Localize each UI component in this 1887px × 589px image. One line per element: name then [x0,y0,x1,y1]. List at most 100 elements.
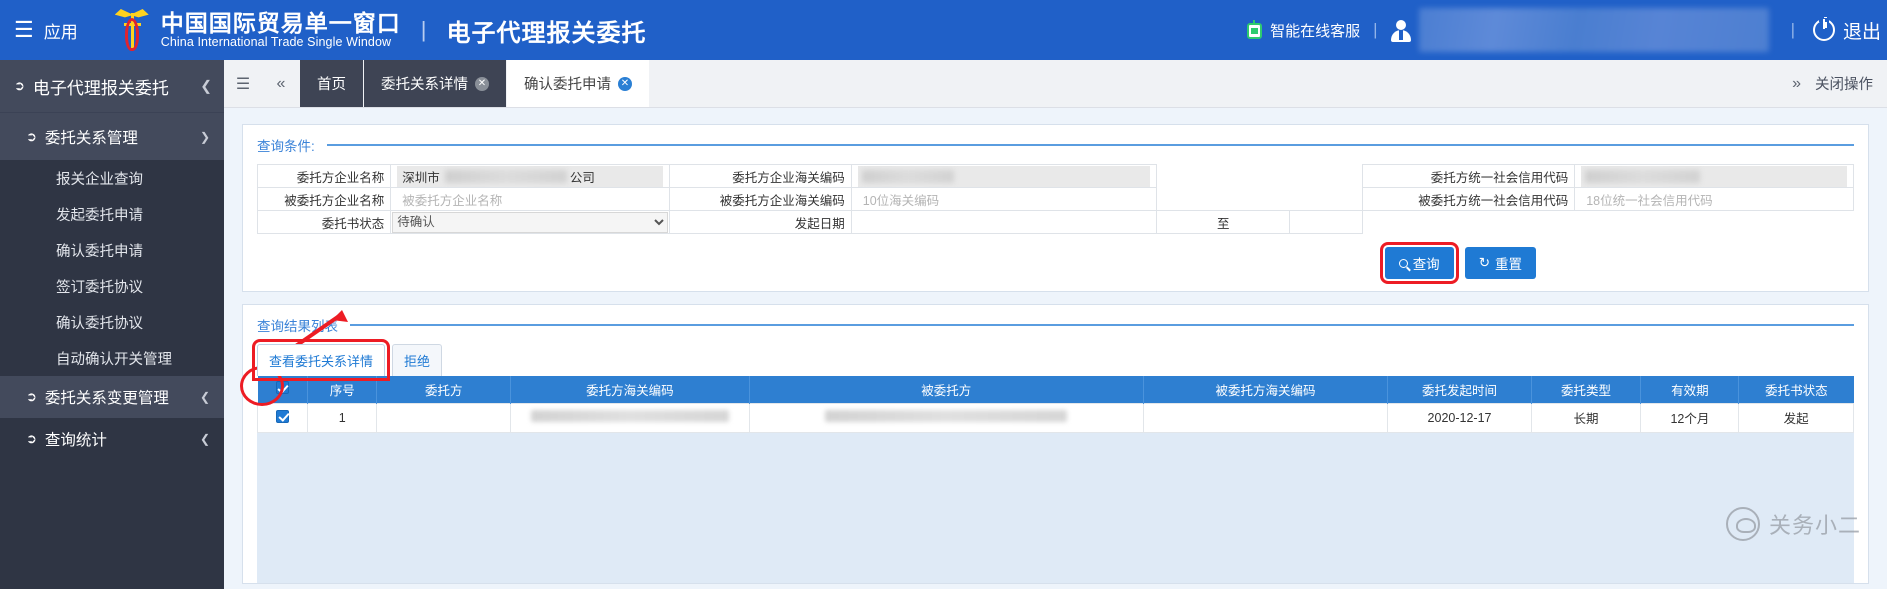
entrusted-name-field[interactable]: 被委托方企业名称 [390,187,671,211]
select-all-header[interactable] [257,376,309,403]
result-table-header-row: 序号 委托方 委托方海关编码 被委托方 被委托方海关编码 委托发起时间 委托类型… [257,376,1854,403]
entruster-credit-code-value [1581,165,1847,187]
redacted-strip [530,410,729,422]
status-select[interactable]: 待确认 [392,211,669,233]
sidebar-item-1[interactable]: 发起委托申请 [0,196,224,232]
sidebar-item-label: 确认委托申请 [56,243,143,260]
close-icon[interactable]: ✕ [475,76,489,91]
entrusted-name-placeholder: 被委托方企业名称 [402,193,503,208]
sidebar: ➲ 电子代理报关委托 ❮ ➲ 委托关系管理 ❯ 报关企业查询 发起委托申请 确认… [0,60,224,589]
watermark-text: 关务小二 [1768,513,1861,538]
sidebar-group-statistics[interactable]: ➲ 查询统计 ❮ [0,418,224,460]
row-start-time: 2020-12-17 [1387,402,1532,433]
entruster-name-value: 深圳市 公司 [397,165,664,187]
entrusted-name-label: 被委托方企业名称 [256,187,392,211]
end-date-field[interactable] [1289,210,1364,234]
online-service-link[interactable]: 智能在线客服 [1270,20,1360,41]
row-checkbox[interactable] [276,409,290,423]
tab-label: 确认委托申请 [524,77,611,93]
hamburger-icon[interactable]: ☰ [14,19,34,41]
sidebar-item-2[interactable]: 确认委托申请 [0,232,224,268]
table-row[interactable]: 1 2020-12-17 长期 12个月 发起 [256,402,1854,433]
entrusted-customs-code-field[interactable]: 10位海关编码 [850,187,1158,211]
header-divider: | [420,17,427,42]
logout-button[interactable]: 退出 [1843,17,1881,44]
tabbar-prev-icon[interactable]: « [262,60,300,107]
view-entrust-detail-button[interactable]: 查看委托关系详情 [251,339,391,381]
column-entrusted: 被委托方 [749,376,1144,403]
tab-confirm-entrust-application[interactable]: 确认委托申请 ✕ [507,60,650,107]
start-date-value [858,215,863,229]
sidebar-item-0[interactable]: 报关企业查询 [0,160,224,196]
power-icon[interactable] [1812,17,1835,41]
tab-entrust-detail[interactable]: 委托关系详情 ✕ [364,60,507,107]
entruster-name-suffix: 公司 [569,170,595,185]
table-empty-area [257,432,1854,583]
refresh-icon: ↻ [1478,255,1490,270]
row-validity: 12个月 [1640,402,1740,433]
apps-label[interactable]: 应用 [44,18,78,43]
reject-button[interactable]: 拒绝 [392,344,443,376]
entrusted-customs-code-label: 被委托方企业海关编码 [669,187,852,211]
query-form-table: 委托方企业名称 深圳市 公司 委托方企业海关编码 委托方统一社会信用代码 被委托… [256,164,1854,234]
select-all-checkbox[interactable] [275,381,289,395]
tab-label: 首页 [317,77,346,93]
redacted-strip [445,169,568,183]
app-header: ☰ 应用 中国国际贸易单一窗口 China International Trad… [0,0,1887,60]
row-entrusted [748,402,1144,433]
tab-label: 委托关系详情 [381,77,468,93]
entruster-name-label: 委托方企业名称 [256,164,392,188]
row-status: 发起 [1738,402,1854,433]
entrusted-credit-code-label: 被委托方统一社会信用代码 [1362,187,1576,211]
tab-bar: ☰ « 首页 委托关系详情 ✕ 确认委托申请 ✕ » 关闭操作 [224,60,1887,108]
redacted-strip [825,410,1068,422]
header-right-area: 智能在线客服 | | 退出 [1246,0,1887,60]
reset-button-label: 重置 [1495,257,1522,272]
sidebar-item-label: 发起委托申请 [56,207,143,224]
chevron-left-icon[interactable]: ❮ [200,432,210,446]
column-type: 委托类型 [1531,376,1642,403]
close-icon[interactable]: ✕ [618,76,632,91]
column-validity: 有效期 [1640,376,1740,403]
entruster-name-prefix: 深圳市 [402,170,440,185]
row-type: 长期 [1530,402,1642,433]
sidebar-group-entrust-management[interactable]: ➲ 委托关系管理 ❯ [0,112,224,160]
end-date-value [1296,215,1301,229]
start-date-field[interactable] [850,210,1158,234]
sidebar-group-change-management[interactable]: ➲ 委托关系变更管理 ❮ [0,376,224,418]
chevron-down-icon[interactable]: ❯ [200,130,210,144]
entruster-customs-code-field[interactable] [850,164,1158,188]
sidebar-item-label: 自动确认开关管理 [56,351,172,368]
entrusted-credit-code-field[interactable]: 18位统一社会信用代码 [1574,187,1854,211]
arrow-right-icon: ➲ [26,128,37,144]
sidebar-item-5[interactable]: 自动确认开关管理 [0,340,224,376]
tab-home[interactable]: 首页 [300,60,364,107]
sidebar-root-item[interactable]: ➲ 电子代理报关委托 ❮ [0,60,224,112]
entruster-customs-code-value [857,165,1151,187]
reset-button[interactable]: ↻ 重置 [1464,247,1536,279]
sidebar-item-3[interactable]: 签订委托协议 [0,268,224,304]
spacer-cell [1362,210,1854,234]
sidebar-item-4[interactable]: 确认委托协议 [0,304,224,340]
query-panel-title: 查询条件: [257,139,315,154]
column-start-time: 委托发起时间 [1387,376,1532,403]
panel-divider-line [350,324,1854,326]
chevron-left-icon[interactable]: ❮ [200,390,210,404]
query-form-row-3: 委托书状态 待确认 发起日期 至 [256,210,1854,234]
row-index: 1 [307,402,378,433]
column-entruster-code: 委托方海关编码 [510,376,750,403]
tabbar-menu-icon[interactable]: ☰ [224,60,262,107]
row-checkbox-cell[interactable] [256,402,309,433]
status-field[interactable]: 待确认 [390,210,671,234]
tabbar-next-icon[interactable]: » [1778,75,1815,93]
search-button-label: 查询 [1412,257,1440,272]
robot-icon [1246,19,1263,41]
sidebar-collapse-icon[interactable]: ❮ [200,78,212,95]
result-toolbar: 查看委托关系详情 拒绝 [251,339,1854,381]
search-button[interactable]: 查询 [1379,242,1459,284]
entruster-customs-code-label: 委托方企业海关编码 [669,164,852,188]
close-all-button[interactable]: 关闭操作 [1815,73,1887,94]
sidebar-root-label: 电子代理报关委托 [32,78,169,98]
entruster-name-field[interactable]: 深圳市 公司 [390,164,671,188]
entruster-credit-code-field[interactable] [1574,164,1854,188]
